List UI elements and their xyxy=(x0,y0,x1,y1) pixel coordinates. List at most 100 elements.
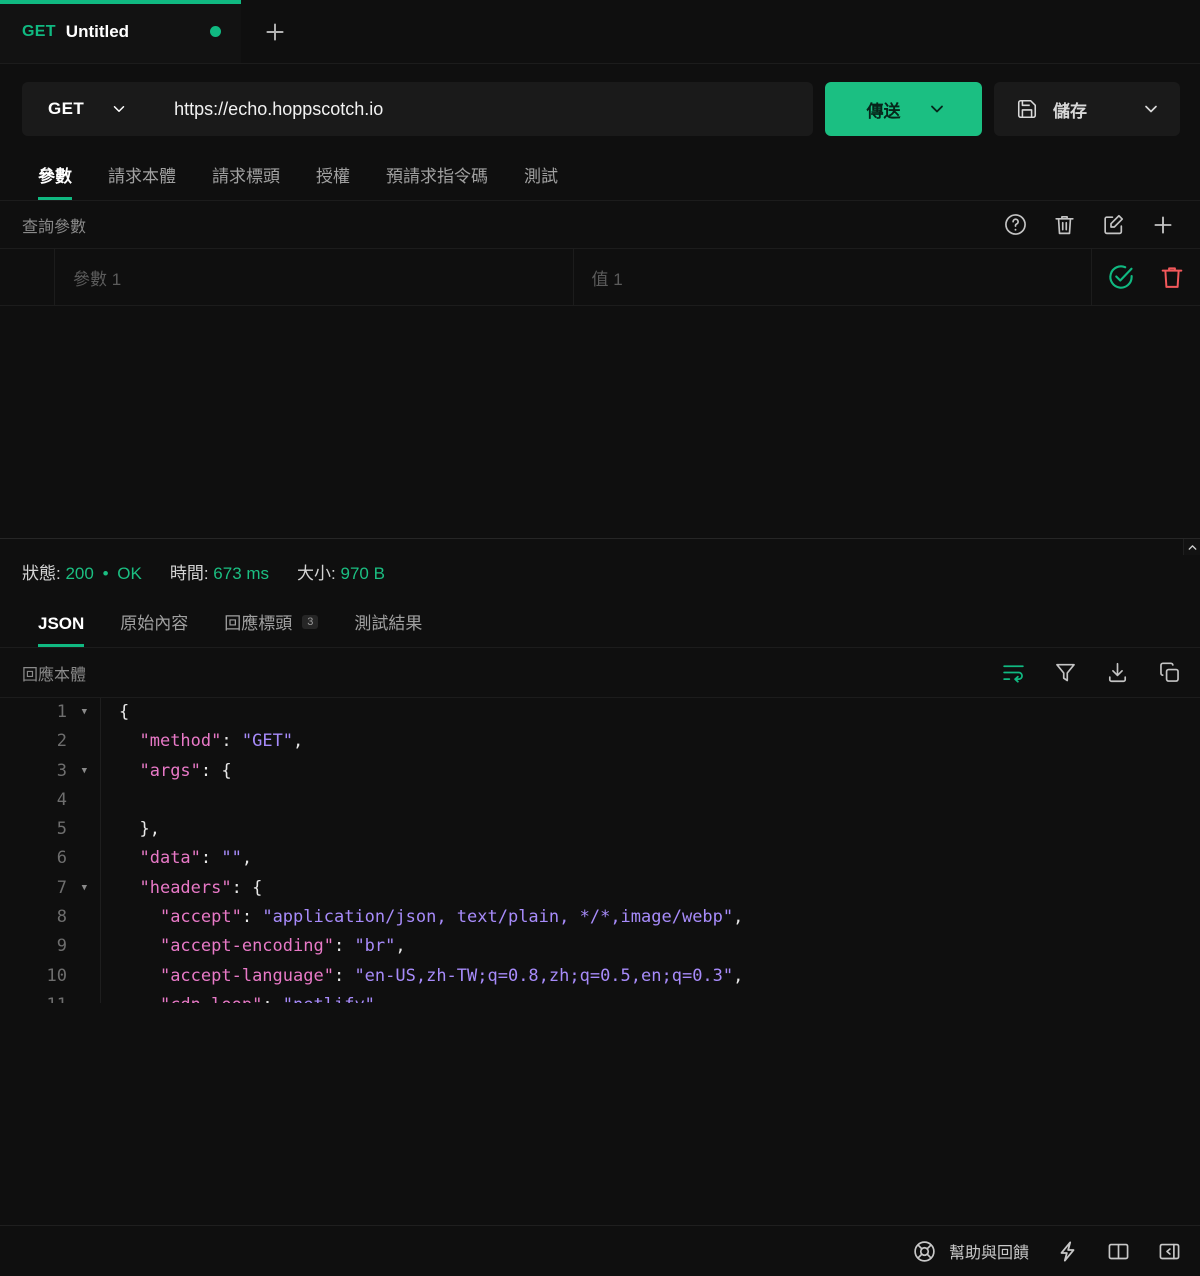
download-icon[interactable] xyxy=(1105,660,1130,685)
toggle-active-check-icon[interactable] xyxy=(1106,262,1136,292)
save-disk-icon xyxy=(1016,98,1038,120)
request-section-tabs: 參數 請求本體 請求標頭 授權 預請求指令碼 測試 xyxy=(0,150,1200,201)
tab-response-json-label: JSON xyxy=(38,614,84,634)
edit-bulk-icon[interactable] xyxy=(1101,212,1126,237)
response-body-code-viewer[interactable]: 1▼2▼3▼4▼5▼6▼7▼8▼9▼10▼11▼12▼13▼14▼15▼16▼1… xyxy=(0,698,1200,1003)
tab-tests[interactable]: 測試 xyxy=(506,162,576,200)
code-gutter: 1▼2▼3▼4▼5▼6▼7▼8▼9▼10▼11▼12▼13▼14▼15▼16▼1… xyxy=(0,698,101,1003)
help-and-feedback-label: 幫助與回饋 xyxy=(949,1239,1029,1263)
send-button-label: 傳送 xyxy=(867,97,901,122)
time-label: 時間: xyxy=(170,564,209,583)
chevron-down-icon[interactable] xyxy=(927,99,947,119)
code-line: }, xyxy=(119,815,1200,844)
code-line-number: 2▼ xyxy=(0,727,100,756)
query-parameters-actions xyxy=(1003,212,1186,238)
lifebuoy-icon xyxy=(912,1239,937,1264)
status-separator-dot: • xyxy=(103,564,109,583)
time-value: 673 ms xyxy=(213,564,269,583)
code-line-number: 5▼ xyxy=(0,815,100,844)
query-parameters-label: 查詢參數 xyxy=(22,213,1003,237)
url-bar: GET https://echo.hoppscotch.io 傳送 儲存 xyxy=(0,64,1200,150)
status-meta: 狀態: 200 • OK xyxy=(22,559,142,584)
size-value: 970 B xyxy=(341,564,385,583)
tab-parameters[interactable]: 參數 xyxy=(20,162,90,200)
tab-pre-request-script[interactable]: 預請求指令碼 xyxy=(368,162,506,200)
code-line-number: 10▼ xyxy=(0,962,100,991)
code-line-number: 1▼ xyxy=(0,698,100,727)
new-tab-button[interactable] xyxy=(241,0,309,63)
code-line: { xyxy=(119,698,1200,727)
shortcuts-lightning-icon[interactable] xyxy=(1055,1239,1080,1264)
response-section-tabs: JSON 原始內容 回應標頭 3 測試結果 xyxy=(0,598,1200,648)
url-input-group: GET https://echo.hoppscotch.io xyxy=(22,82,813,136)
response-body-label: 回應本體 xyxy=(22,661,1001,685)
parameter-value-input[interactable]: 值 1 xyxy=(574,249,1093,305)
code-line-number: 7▼ xyxy=(0,874,100,903)
code-line: "cdn-loop": "netlify", xyxy=(119,991,1200,1003)
status-code: 200 xyxy=(65,564,93,583)
response-status-row: 狀態: 200 • OK 時間: 673 ms 大小: 970 B xyxy=(0,539,1200,598)
query-parameter-row: 參數 1 值 1 xyxy=(0,249,1200,306)
code-line: "accept-encoding": "br", xyxy=(119,932,1200,961)
tab-request-body[interactable]: 請求本體 xyxy=(90,162,194,200)
size-label: 大小: xyxy=(297,564,336,583)
row-drag-handle[interactable] xyxy=(0,249,55,305)
plus-icon xyxy=(262,19,288,45)
tab-response-headers-label: 回應標頭 xyxy=(224,609,292,634)
http-method-label: GET xyxy=(48,99,84,119)
response-section: 狀態: 200 • OK 時間: 673 ms 大小: 970 B JSON 原… xyxy=(0,538,1200,1003)
tab-authorization[interactable]: 授權 xyxy=(298,162,368,200)
save-button[interactable]: 儲存 xyxy=(994,82,1180,136)
code-line-number: 4▼ xyxy=(0,786,100,815)
response-body-header: 回應本體 xyxy=(0,648,1200,698)
tab-response-headers[interactable]: 回應標頭 3 xyxy=(206,609,336,647)
request-tab-bar: GET Untitled xyxy=(0,0,1200,64)
code-fold-arrow-icon[interactable]: ▼ xyxy=(76,884,87,893)
tab-test-results[interactable]: 測試結果 xyxy=(336,609,440,647)
tab-response-json[interactable]: JSON xyxy=(20,614,102,647)
query-parameters-header: 查詢參數 xyxy=(0,201,1200,249)
help-circle-icon[interactable] xyxy=(1003,212,1028,237)
tab-test-results-label: 測試結果 xyxy=(354,609,422,634)
bottom-status-bar: 幫助與回饋 xyxy=(0,1225,1200,1276)
response-vertical-scrollbar[interactable] xyxy=(1183,539,1200,555)
parameter-key-input[interactable]: 參數 1 xyxy=(55,249,574,305)
code-line-number: 8▼ xyxy=(0,903,100,932)
code-line: "data": "", xyxy=(119,844,1200,873)
layout-columns-icon[interactable] xyxy=(1106,1239,1131,1264)
code-line-number: 11▼ xyxy=(0,991,100,1003)
tab-request-headers[interactable]: 請求標頭 xyxy=(194,162,298,200)
filter-funnel-icon[interactable] xyxy=(1053,660,1078,685)
toggle-right-sidebar-icon[interactable] xyxy=(1157,1239,1182,1264)
delete-parameter-trash-icon[interactable] xyxy=(1158,263,1186,291)
code-fold-arrow-icon[interactable]: ▼ xyxy=(76,708,87,717)
chevron-down-icon xyxy=(110,100,128,118)
status-label: 狀態: xyxy=(22,564,61,583)
send-button[interactable]: 傳送 xyxy=(825,82,982,136)
size-meta: 大小: 970 B xyxy=(297,559,385,584)
http-method-select[interactable]: GET xyxy=(22,82,150,136)
scroll-up-arrow-icon[interactable] xyxy=(1184,539,1200,555)
parameter-row-actions xyxy=(1092,249,1200,305)
copy-icon[interactable] xyxy=(1157,660,1182,685)
code-line: "args": { xyxy=(119,757,1200,786)
code-line-number: 9▼ xyxy=(0,932,100,961)
request-tab-title: Untitled xyxy=(66,22,200,42)
unsaved-indicator-dot xyxy=(210,26,221,37)
delete-all-trash-icon[interactable] xyxy=(1052,212,1077,237)
code-line: "accept-language": "en-US,zh-TW;q=0.8,zh… xyxy=(119,962,1200,991)
response-headers-count-badge: 3 xyxy=(302,615,318,629)
tab-response-raw[interactable]: 原始內容 xyxy=(102,609,206,647)
code-content: { "method": "GET", "args": { }, "data": … xyxy=(101,698,1200,1003)
chevron-down-icon[interactable] xyxy=(1141,99,1161,119)
code-fold-arrow-icon[interactable]: ▼ xyxy=(76,767,87,776)
request-tab-untitled[interactable]: GET Untitled xyxy=(0,0,241,63)
code-line-number: 3▼ xyxy=(0,757,100,786)
tab-response-raw-label: 原始內容 xyxy=(120,609,188,634)
response-body-actions xyxy=(1001,660,1182,685)
word-wrap-icon[interactable] xyxy=(1001,660,1026,685)
add-parameter-plus-icon[interactable] xyxy=(1150,212,1176,238)
time-meta: 時間: 673 ms xyxy=(170,559,269,584)
help-and-feedback-button[interactable]: 幫助與回饋 xyxy=(912,1239,1029,1264)
url-input[interactable]: https://echo.hoppscotch.io xyxy=(150,99,813,120)
